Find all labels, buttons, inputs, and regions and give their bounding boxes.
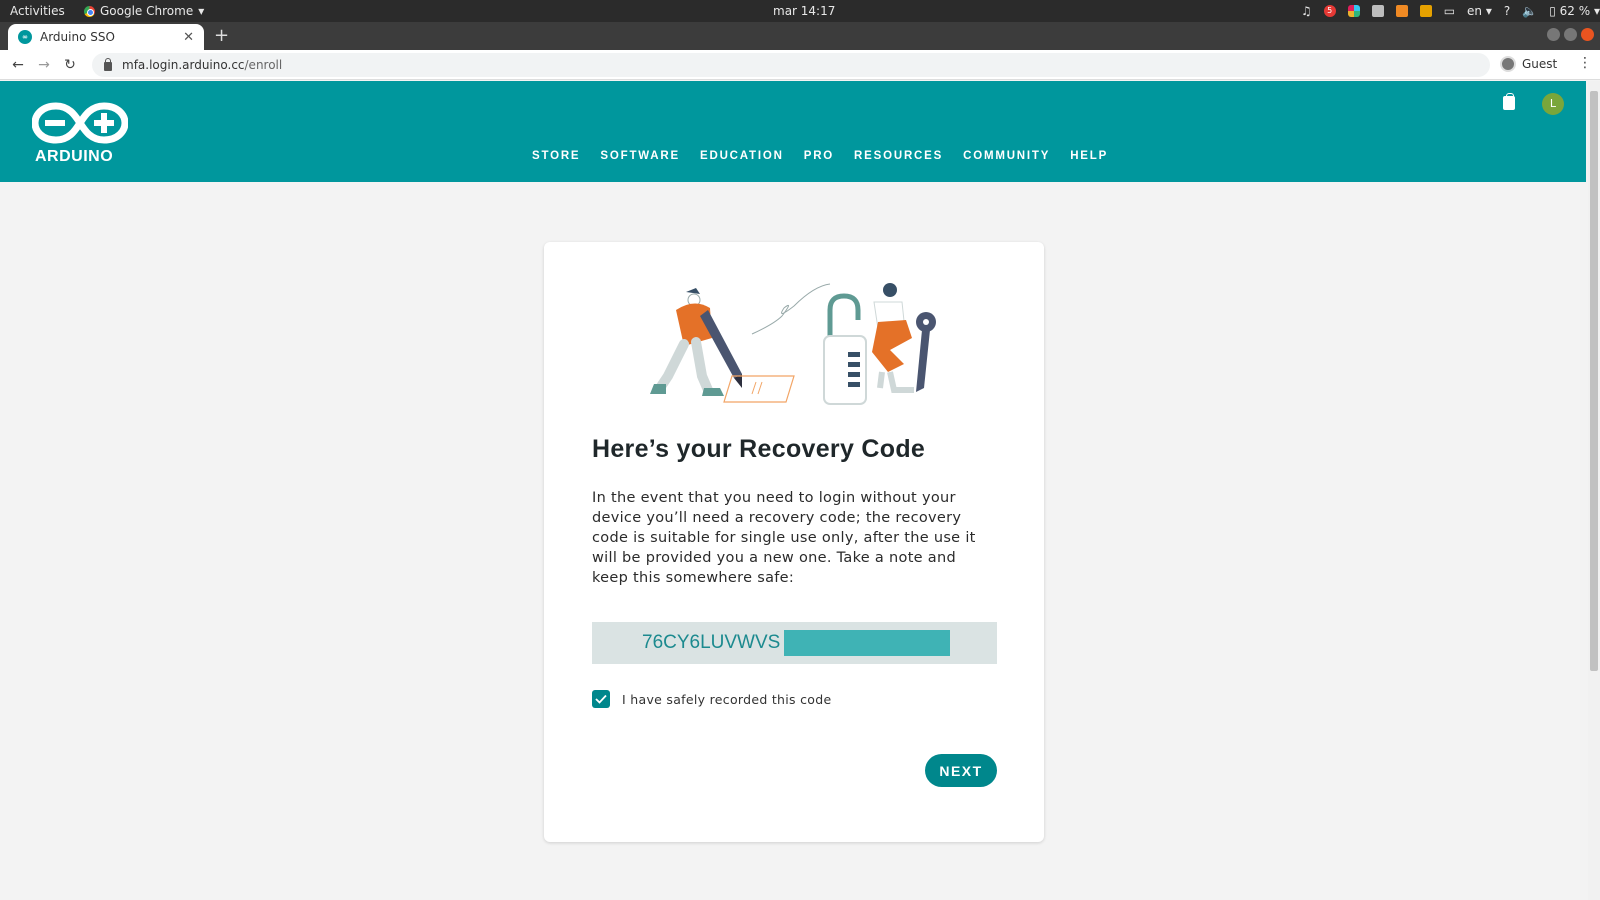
text-selection-highlight [784, 630, 950, 656]
music-icon[interactable]: ♫ [1301, 4, 1312, 18]
language-label: en [1467, 4, 1483, 18]
nav-resources[interactable]: RESOURCES [854, 150, 943, 162]
new-tab-button[interactable]: + [214, 25, 229, 46]
app-menu-label: Google Chrome [100, 4, 194, 18]
indicator-icon[interactable] [1395, 5, 1408, 17]
next-button[interactable]: NEXT [925, 754, 997, 787]
nav-software[interactable]: SOFTWARE [600, 150, 680, 162]
recorded-confirmation[interactable]: I have safely recorded this code [592, 690, 831, 708]
arduino-logo[interactable]: ARDUINO [31, 98, 130, 168]
notification-badge[interactable]: 5 [1323, 5, 1336, 17]
main-nav: STORE SOFTWARE EDUCATION PRO RESOURCES C… [532, 150, 1108, 162]
app-menu[interactable]: Google Chrome ▾ [84, 4, 204, 18]
cpu-icon[interactable] [1371, 5, 1384, 17]
tab-arduino-sso[interactable]: ∞ Arduino SSO ✕ [8, 24, 204, 50]
clock[interactable]: mar 14:17 [773, 4, 835, 18]
display-icon[interactable]: ▭ [1444, 4, 1455, 18]
nav-community[interactable]: COMMUNITY [963, 150, 1050, 162]
system-tray: ♫ 5 ▭ en ▾ ? 🔈 ▯ 62 % ▾ [1289, 0, 1600, 22]
battery-indicator[interactable]: ▯ 62 % ▾ [1549, 4, 1600, 18]
profile-label: Guest [1522, 57, 1558, 71]
recovery-code[interactable]: 76CY6LUVWVS [642, 632, 780, 654]
nav-education[interactable]: EDUCATION [700, 150, 784, 162]
nav-pro[interactable]: PRO [804, 150, 834, 162]
close-tab-icon[interactable]: ✕ [183, 30, 194, 45]
activities-button[interactable]: Activities [10, 4, 65, 18]
brand-wordmark: ARDUINO [35, 148, 114, 165]
profile-avatar-icon [1500, 56, 1516, 72]
scrollbar-thumb[interactable] [1590, 91, 1598, 671]
browser-menu-icon[interactable]: ⋮ [1578, 55, 1592, 71]
reload-icon[interactable]: ↻ [57, 57, 83, 73]
recovery-code-box[interactable]: 76CY6LUVWVS [592, 622, 997, 664]
back-arrow-icon[interactable]: ← [5, 57, 31, 73]
shopping-bag-icon[interactable] [1503, 93, 1515, 110]
nav-help[interactable]: HELP [1070, 150, 1108, 162]
address-bar[interactable]: mfa.login.arduino.cc/enroll [92, 53, 1490, 77]
vertical-scrollbar[interactable] [1588, 81, 1600, 900]
slack-icon[interactable] [1347, 5, 1360, 17]
arduino-infinity-icon [31, 102, 129, 144]
window-controls [1547, 28, 1594, 41]
url-host: mfa.login.arduino.cc [122, 58, 245, 72]
clipboard-icon[interactable] [1419, 5, 1432, 17]
page-title: Here’s your Recovery Code [592, 435, 926, 463]
language-selector[interactable]: en ▾ [1467, 4, 1492, 18]
user-avatar[interactable]: L [1542, 93, 1564, 115]
url-path: /enroll [244, 58, 283, 72]
maximize-icon[interactable] [1564, 28, 1577, 41]
minimize-icon[interactable] [1547, 28, 1560, 41]
arduino-favicon-icon: ∞ [18, 30, 32, 44]
chrome-icon [84, 5, 95, 17]
system-top-bar: Activities Google Chrome ▾ mar 14:17 ♫ 5… [0, 0, 1600, 22]
help-icon[interactable]: ? [1504, 4, 1510, 18]
profile-button[interactable]: Guest [1500, 56, 1557, 72]
browser-toolbar: ← → ↻ mfa.login.arduino.cc/enroll Guest … [0, 50, 1600, 80]
recorded-checkbox[interactable] [592, 690, 610, 708]
forward-arrow-icon[interactable]: → [31, 57, 57, 73]
tab-title: Arduino SSO [40, 30, 115, 44]
security-illustration [650, 283, 936, 405]
battery-icon: ▯ [1549, 4, 1556, 18]
lock-icon[interactable] [104, 57, 112, 71]
checkbox-label: I have safely recorded this code [622, 691, 832, 707]
close-window-icon[interactable] [1581, 28, 1594, 41]
tab-strip: ∞ Arduino SSO ✕ [0, 22, 1600, 50]
site-header: ARDUINO STORE SOFTWARE EDUCATION PRO RES… [0, 81, 1586, 182]
volume-icon[interactable]: 🔈 [1522, 4, 1537, 18]
battery-level: 62 % [1559, 4, 1591, 18]
caret-down-icon: ▾ [198, 4, 205, 18]
recovery-code-card: Here’s your Recovery Code In the event t… [544, 242, 1044, 842]
nav-store[interactable]: STORE [532, 150, 580, 162]
recovery-description: In the event that you need to login with… [592, 490, 976, 586]
checkmark-icon [595, 694, 607, 704]
